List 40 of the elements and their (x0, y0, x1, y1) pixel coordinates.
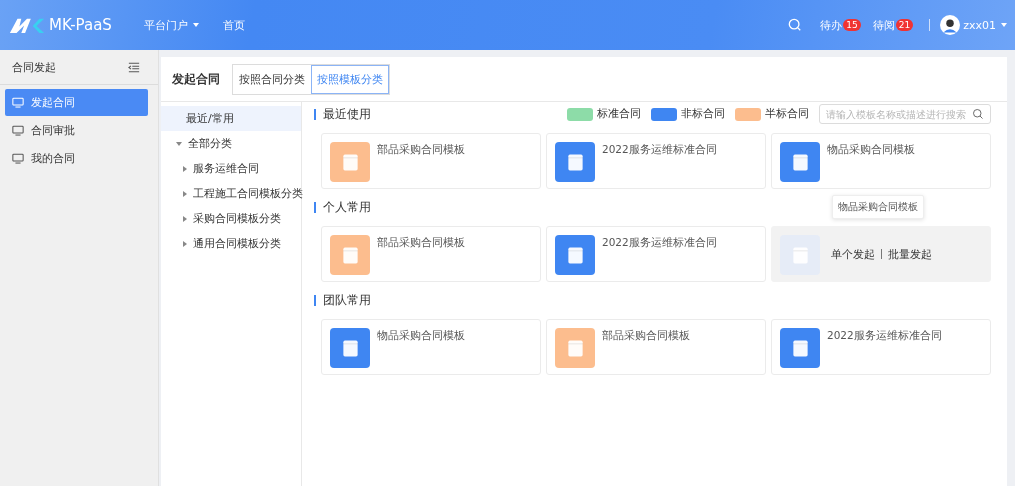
tree-item[interactable]: 工程施工合同模板分类 (161, 181, 301, 206)
template-name: 部品采购合同模板 (602, 328, 690, 342)
legend-label: 半标合同 (765, 107, 809, 121)
template-name: 部品采购合同模板 (377, 142, 465, 156)
tree-item[interactable]: 通用合同模板分类 (161, 231, 301, 256)
template-name: 2022服务运维标准合同 (827, 328, 942, 342)
search-icon[interactable] (788, 18, 803, 32)
monitor-icon (12, 125, 24, 136)
section-title: 最近使用 (314, 108, 371, 120)
template-name: 物品采购合同模板 (827, 142, 915, 156)
count-badge: 21 (895, 19, 914, 31)
sidebar-item[interactable]: 我的合同 (5, 145, 148, 172)
tree-item[interactable]: 最近/常用 (161, 106, 301, 131)
tab[interactable]: 按照模板分类 (311, 64, 389, 94)
template-name: 部品采购合同模板 (377, 235, 465, 249)
action-link[interactable]: 单个发起 (830, 246, 875, 262)
section-title: 团队常用 (314, 294, 371, 306)
section-title: 个人常用 (314, 201, 371, 213)
tree-item[interactable]: 采购合同模板分类 (161, 206, 301, 231)
page-title: 发起合同 (172, 70, 220, 88)
monitor-icon (12, 97, 24, 108)
collapse-icon[interactable] (128, 61, 140, 73)
legend-label: 非标合同 (681, 107, 725, 121)
sidebar-title: 合同发起 (12, 59, 56, 75)
legend-label: 标准合同 (597, 107, 641, 121)
template-name: 2022服务运维标准合同 (602, 235, 717, 249)
search-field[interactable]: 请输入模板名称或描述进行搜索 (819, 104, 991, 124)
avatar-icon[interactable] (940, 15, 961, 35)
monitor-icon (12, 153, 24, 164)
template-name: 2022服务运维标准合同 (602, 142, 717, 156)
brand-name: MK-PaaS (49, 16, 112, 34)
tree-item[interactable]: 全部分类 (161, 131, 301, 156)
tooltip: 物品采购合同模板 (832, 195, 924, 219)
tree-item[interactable]: 服务运维合同 (161, 156, 301, 181)
action-link[interactable]: 批量发起 (887, 246, 932, 262)
search-icon[interactable] (972, 108, 984, 120)
sidebar-item[interactable]: 合同审批 (5, 117, 148, 144)
template-name: 物品采购合同模板 (377, 328, 465, 342)
count-badge: 15 (843, 19, 861, 31)
caret-icon (1001, 23, 1007, 27)
